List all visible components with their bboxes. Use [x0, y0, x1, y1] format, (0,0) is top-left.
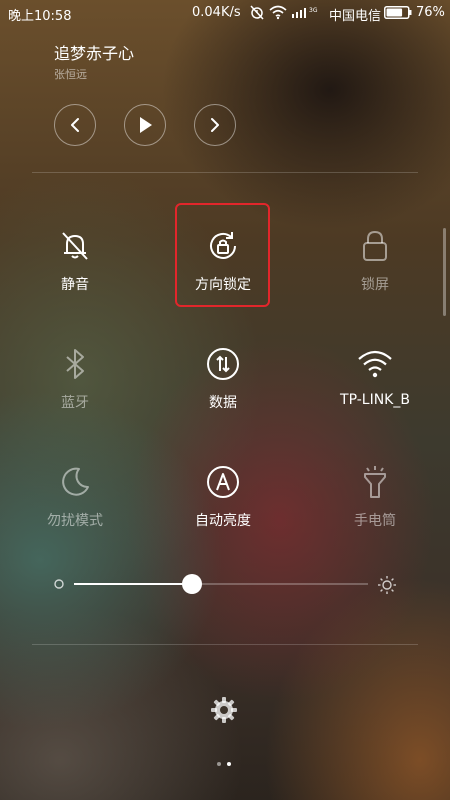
signal-icon: 3G — [292, 7, 318, 18]
previous-icon — [71, 118, 79, 132]
toggle-wifi[interactable]: TP-LINK_B — [315, 346, 435, 446]
alarm-off-icon — [250, 5, 264, 20]
toggle-bluetooth[interactable]: 蓝牙 — [15, 346, 135, 446]
data-arrows-icon — [207, 348, 239, 380]
song-title: 追梦赤子心 — [54, 44, 135, 63]
gear-icon[interactable] — [210, 696, 238, 724]
play-button[interactable] — [124, 104, 166, 146]
previous-button[interactable] — [54, 104, 96, 146]
page-dot — [217, 762, 221, 766]
brightness-fill — [74, 583, 192, 585]
auto-a-icon — [207, 466, 239, 498]
wifi-icon — [269, 5, 287, 20]
toggle-bluetooth-label: 蓝牙 — [61, 395, 89, 411]
carrier-name: 中国电信 — [329, 9, 382, 24]
brightness-high-icon — [378, 576, 396, 594]
network-speed: 0.04K/s — [192, 5, 241, 20]
moon-icon — [62, 467, 89, 496]
toggle-flashlight-label: 手电筒 — [354, 513, 396, 529]
brightness-low-icon — [54, 579, 64, 589]
next-icon — [211, 118, 219, 132]
toggle-mute[interactable]: 静音 — [15, 228, 135, 328]
page-dot-active — [227, 762, 231, 766]
toggle-mute-label: 静音 — [61, 277, 89, 293]
toggle-flashlight[interactable]: 手电筒 — [315, 464, 435, 564]
toggle-dnd-label: 勿扰模式 — [47, 513, 103, 529]
wifi-icon — [358, 350, 392, 378]
signal-tech-label: 3G — [309, 7, 318, 14]
toggle-data-label: 数据 — [209, 395, 237, 411]
play-icon — [140, 117, 152, 133]
rotation-lock-highlight — [175, 203, 270, 307]
flashlight-icon — [364, 466, 386, 498]
next-button[interactable] — [194, 104, 236, 146]
toggle-lock-screen-label: 锁屏 — [361, 277, 389, 293]
brightness-thumb[interactable] — [181, 574, 202, 594]
toggle-lock-screen[interactable]: 锁屏 — [315, 228, 435, 328]
toggle-dnd[interactable]: 勿扰模式 — [15, 464, 135, 564]
toggle-data[interactable]: 数据 — [163, 346, 283, 446]
divider — [32, 644, 418, 645]
song-artist: 张恒远 — [54, 68, 87, 81]
status-bar: 晚上10:58 0.04K/s 3G 中国电信 76% — [0, 0, 450, 26]
bell-off-icon — [62, 232, 88, 260]
toggle-wifi-label: TP-LINK_B — [340, 392, 410, 408]
lock-icon — [363, 230, 387, 261]
status-time: 晚上10:58 — [8, 9, 72, 24]
brightness-slider[interactable] — [74, 574, 368, 594]
scroll-indicator — [443, 228, 446, 316]
page-indicator — [217, 762, 231, 766]
battery-fill — [386, 8, 403, 17]
bluetooth-icon — [66, 349, 84, 379]
divider — [32, 172, 418, 173]
toggle-auto-brightness-label: 自动亮度 — [195, 513, 251, 529]
battery-icon — [384, 6, 412, 19]
toggle-auto-brightness[interactable]: 自动亮度 — [163, 464, 283, 564]
battery-percent: 76% — [416, 5, 445, 20]
